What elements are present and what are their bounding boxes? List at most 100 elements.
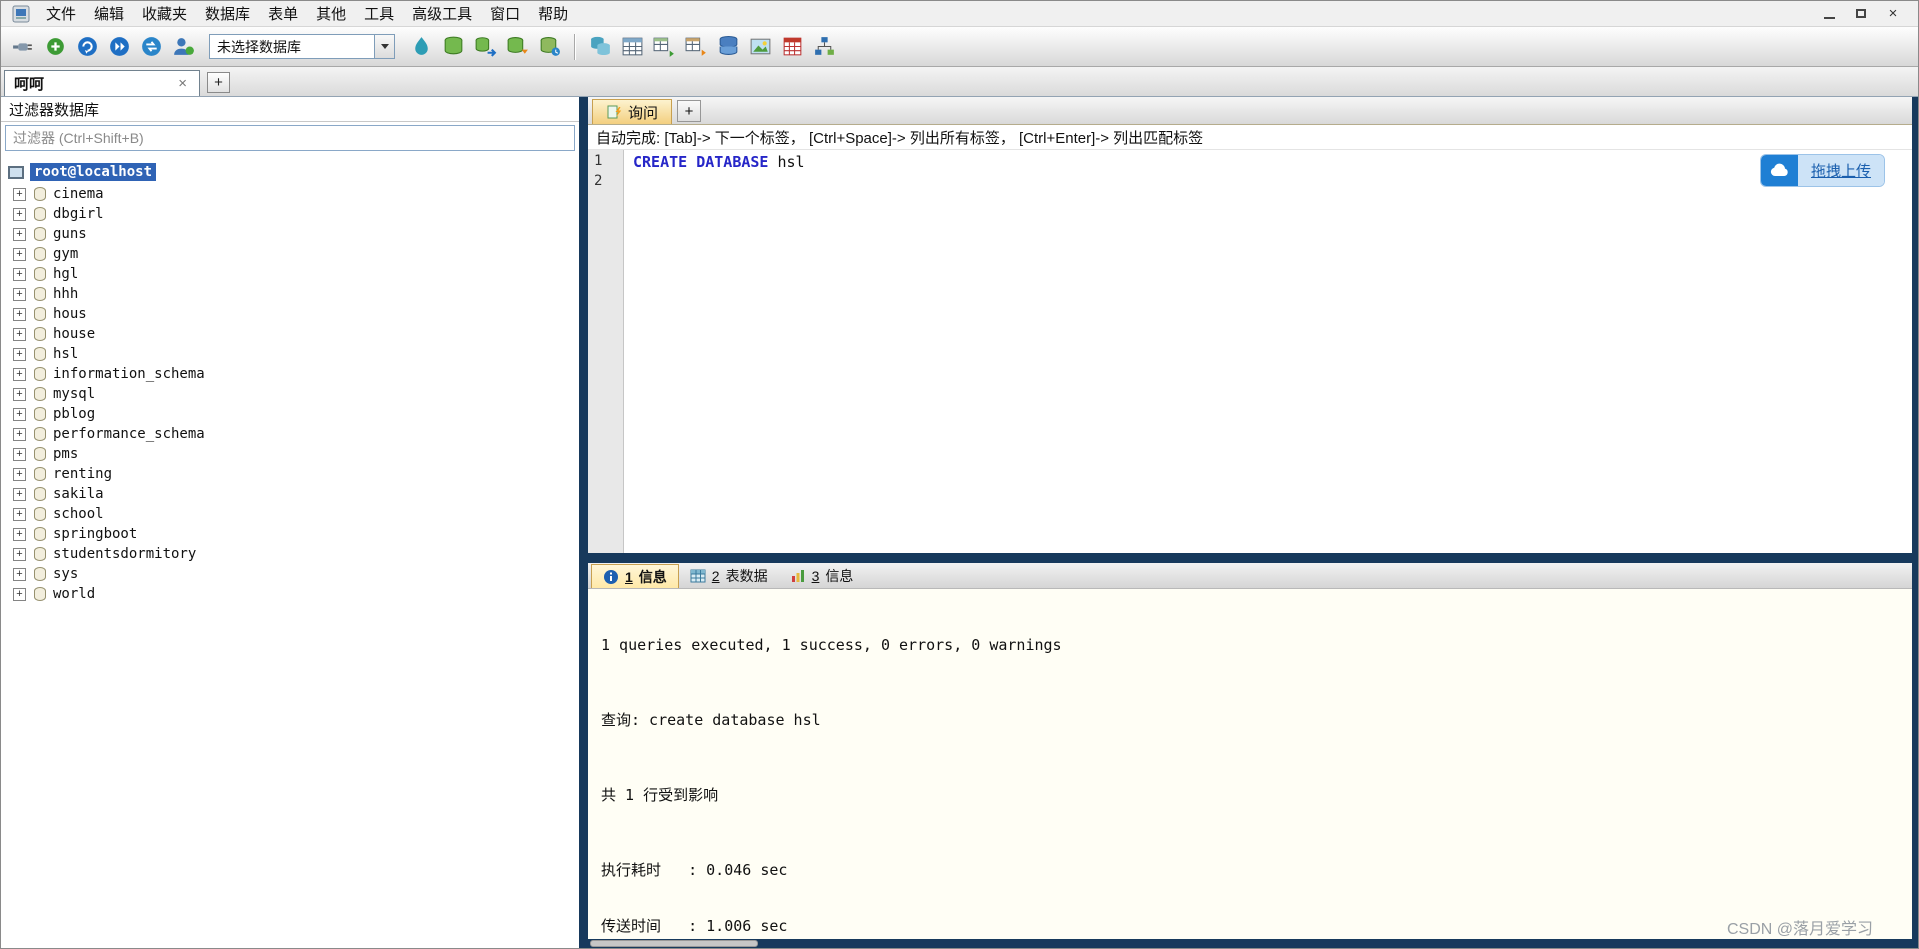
database-select[interactable]: 未选择数据库: [209, 34, 395, 59]
horizontal-splitter[interactable]: [588, 553, 1912, 563]
menu-tools[interactable]: 工具: [355, 1, 403, 26]
menu-help[interactable]: 帮助: [529, 1, 577, 26]
expand-icon[interactable]: +: [13, 427, 26, 441]
expand-icon[interactable]: +: [13, 387, 26, 401]
tree-item-database[interactable]: + hhh: [1, 284, 579, 304]
expand-icon[interactable]: +: [13, 327, 26, 341]
tree-item-database[interactable]: + sys: [1, 564, 579, 584]
database-backup-icon[interactable]: [533, 32, 565, 62]
expand-icon[interactable]: +: [13, 407, 26, 421]
select-arrow-button[interactable]: [374, 35, 394, 58]
expand-icon[interactable]: +: [13, 447, 26, 461]
expand-icon[interactable]: +: [13, 187, 26, 201]
menu-edit[interactable]: 编辑: [85, 1, 133, 26]
format-query-icon[interactable]: [405, 32, 437, 62]
fast-forward-icon[interactable]: [103, 32, 135, 62]
tree-item-database[interactable]: + sakila: [1, 484, 579, 504]
tree-item-database[interactable]: + hsl: [1, 344, 579, 364]
database-copy-icon[interactable]: [584, 32, 616, 62]
menu-others[interactable]: 其他: [307, 1, 355, 26]
tree-item-database[interactable]: + gym: [1, 244, 579, 264]
new-query-tab-button[interactable]: +: [677, 100, 702, 122]
table-sync-icon[interactable]: [648, 32, 680, 62]
sql-editor: 1 2 CREATE DATABASE hsl 拖拽上传: [588, 150, 1912, 553]
tree-item-database[interactable]: + hgl: [1, 264, 579, 284]
new-connection-icon[interactable]: [39, 32, 71, 62]
expand-icon[interactable]: +: [13, 587, 26, 601]
database-name: studentsdormitory: [53, 546, 197, 562]
autocomplete-hint: 自动完成: [Tab]-> 下一个标签， [Ctrl+Space]-> 列出所有…: [588, 125, 1912, 150]
tree-item-database[interactable]: + school: [1, 504, 579, 524]
tree-item-database[interactable]: + studentsdormitory: [1, 544, 579, 564]
tree-root-connection[interactable]: root@localhost: [1, 162, 579, 182]
tree-item-database[interactable]: + performance_schema: [1, 424, 579, 444]
tab-table-data[interactable]: 2 表数据: [679, 564, 779, 588]
expand-icon[interactable]: +: [13, 247, 26, 261]
tree-item-database[interactable]: + springboot: [1, 524, 579, 544]
tree-item-database[interactable]: + pblog: [1, 404, 579, 424]
window-controls: ×: [1816, 5, 1914, 23]
close-button[interactable]: ×: [1880, 5, 1906, 23]
expand-icon[interactable]: +: [13, 287, 26, 301]
tree-item-database[interactable]: + world: [1, 584, 579, 604]
database-name: hgl: [53, 266, 79, 282]
drag-upload-button[interactable]: 拖拽上传: [1760, 155, 1884, 186]
tree-item-database[interactable]: + mysql: [1, 384, 579, 404]
menu-database[interactable]: 数据库: [196, 1, 259, 26]
tab-info[interactable]: 3 信息: [779, 564, 865, 588]
tree-item-database[interactable]: + hous: [1, 304, 579, 324]
tree-item-database[interactable]: + pms: [1, 444, 579, 464]
expand-icon[interactable]: +: [13, 507, 26, 521]
expand-icon[interactable]: +: [13, 527, 26, 541]
database-name: pms: [53, 446, 79, 462]
tree-item-database[interactable]: + information_schema: [1, 364, 579, 384]
stacked-database-icon[interactable]: [712, 32, 744, 62]
query-tab[interactable]: 询问: [592, 99, 673, 124]
expand-icon[interactable]: +: [13, 487, 26, 501]
menu-powertools[interactable]: 高级工具: [403, 1, 481, 26]
maximize-button[interactable]: [1848, 5, 1874, 23]
database-import-icon[interactable]: [501, 32, 533, 62]
menu-table[interactable]: 表单: [259, 1, 307, 26]
line-number: 2: [594, 173, 603, 189]
user-manager-icon[interactable]: [167, 32, 199, 62]
expand-icon[interactable]: +: [13, 227, 26, 241]
schedule-table-icon[interactable]: [776, 32, 808, 62]
database-green-icon[interactable]: [437, 32, 469, 62]
horizontal-scrollbar-thumb[interactable]: [590, 940, 758, 947]
tab-messages[interactable]: 1 信息: [591, 564, 679, 588]
database-icon: [34, 187, 46, 201]
database-name: cinema: [53, 186, 104, 202]
expand-icon[interactable]: +: [13, 347, 26, 361]
image-icon[interactable]: [744, 32, 776, 62]
expand-icon[interactable]: +: [13, 267, 26, 281]
sync-arrows-icon[interactable]: [135, 32, 167, 62]
filter-input[interactable]: [5, 125, 575, 151]
menu-favorites[interactable]: 收藏夹: [133, 1, 196, 26]
plug-connect-icon[interactable]: [7, 32, 39, 62]
export-table-icon[interactable]: [680, 32, 712, 62]
sql-code-area[interactable]: CREATE DATABASE hsl: [624, 150, 1912, 553]
tree-item-database[interactable]: + cinema: [1, 184, 579, 204]
minimize-button[interactable]: [1816, 5, 1842, 23]
tree-item-database[interactable]: + dbgirl: [1, 204, 579, 224]
expand-icon[interactable]: +: [13, 207, 26, 221]
new-connection-tab-button[interactable]: +: [207, 72, 230, 93]
database-sync-icon[interactable]: [469, 32, 501, 62]
expand-icon[interactable]: +: [13, 367, 26, 381]
expand-icon[interactable]: +: [13, 567, 26, 581]
tree-item-database[interactable]: + renting: [1, 464, 579, 484]
menu-window[interactable]: 窗口: [481, 1, 529, 26]
connection-tab[interactable]: 呵呵 ×: [4, 70, 200, 96]
expand-icon[interactable]: +: [13, 307, 26, 321]
refresh-icon[interactable]: [71, 32, 103, 62]
tree-item-database[interactable]: + guns: [1, 224, 579, 244]
schema-designer-icon[interactable]: [808, 32, 840, 62]
menu-file[interactable]: 文件: [37, 1, 85, 26]
tree-item-database[interactable]: + house: [1, 324, 579, 344]
expand-icon[interactable]: +: [13, 467, 26, 481]
table-icon[interactable]: [616, 32, 648, 62]
database-icon: [34, 287, 46, 301]
tab-close-icon[interactable]: ×: [175, 75, 190, 92]
expand-icon[interactable]: +: [13, 547, 26, 561]
